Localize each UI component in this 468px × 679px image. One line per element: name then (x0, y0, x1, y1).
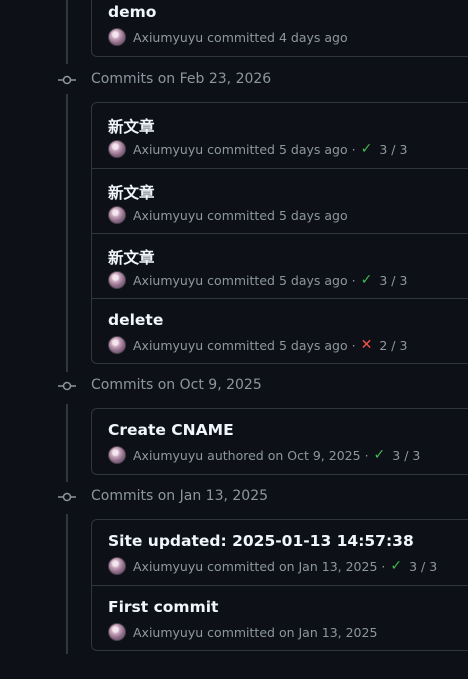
commit-author[interactable]: Axiumyuyu (133, 208, 203, 223)
commit-author[interactable]: Axiumyuyu (133, 30, 203, 45)
commit-author[interactable]: Axiumyuyu (133, 338, 203, 353)
timeline-line (66, 404, 68, 482)
separator: · (364, 447, 369, 463)
commit-verb: committed (207, 141, 275, 157)
commit-meta: Axiumyuyu committed 5 days ago (108, 206, 348, 224)
avatar[interactable] (108, 623, 126, 641)
commit-meta: Axiumyuyu committed 5 days ago · ✕ 2 / 3 (108, 336, 407, 354)
git-commit-icon (58, 381, 76, 391)
checks-count[interactable]: 3 / 3 (409, 559, 437, 574)
commit-title[interactable]: 新文章 (108, 181, 155, 203)
commit-row[interactable]: 新文章 Axiumyuyu committed 5 days ago · ✓ 3… (92, 233, 468, 298)
separator: · (351, 141, 356, 157)
commit-title[interactable]: Site updated: 2025-01-13 14:57:38 (108, 532, 414, 550)
commit-verb: authored (207, 447, 264, 463)
commit-row[interactable]: 新文章 Axiumyuyu committed 5 days ago (92, 168, 468, 233)
separator: · (351, 337, 356, 353)
avatar[interactable] (108, 557, 126, 575)
commit-row[interactable]: delete Axiumyuyu committed 5 days ago · … (92, 298, 468, 363)
commit-list: Site updated: 2025-01-13 14:57:38 Axiumy… (91, 519, 468, 651)
commit-row[interactable]: First commit Axiumyuyu committed on Jan … (92, 585, 468, 650)
separator: · (381, 558, 386, 574)
timeline-line (66, 94, 68, 372)
commit-time: 5 days ago (278, 207, 348, 223)
commit-title[interactable]: delete (108, 311, 163, 329)
commit-meta: Axiumyuyu committed 4 days ago (108, 28, 348, 46)
avatar[interactable] (108, 446, 126, 464)
avatar[interactable] (108, 140, 126, 158)
commit-row[interactable]: Site updated: 2025-01-13 14:57:38 Axiumy… (92, 520, 468, 585)
commit-title[interactable]: 新文章 (108, 246, 155, 268)
x-icon[interactable]: ✕ (361, 337, 373, 353)
commit-meta: Axiumyuyu authored on Oct 9, 2025 · ✓ 3 … (108, 446, 420, 464)
commit-title[interactable]: First commit (108, 598, 218, 616)
check-icon[interactable]: ✓ (361, 141, 373, 157)
commit-list: Create CNAME Axiumyuyu authored on Oct 9… (91, 408, 468, 475)
check-icon[interactable]: ✓ (361, 272, 373, 288)
commit-time: on Oct 9, 2025 (267, 447, 361, 463)
git-commit-icon (58, 75, 76, 85)
timeline-line (66, 0, 68, 64)
commit-verb: committed (207, 624, 275, 640)
checks-count[interactable]: 3 / 3 (392, 448, 420, 463)
commit-list: 新文章 Axiumyuyu committed 5 days ago · ✓ 3… (91, 102, 468, 364)
commit-time: 4 days ago (278, 29, 348, 45)
commit-title[interactable]: Create CNAME (108, 421, 234, 439)
checks-count[interactable]: 3 / 3 (379, 142, 407, 157)
commit-row[interactable]: 新文章 Axiumyuyu committed 5 days ago · ✓ 3… (92, 103, 468, 168)
commit-author[interactable]: Axiumyuyu (133, 273, 203, 288)
commit-time: 5 days ago (278, 141, 348, 157)
commit-time: 5 days ago (278, 337, 348, 353)
commit-time: 5 days ago (278, 272, 348, 288)
commit-meta: Axiumyuyu committed 5 days ago · ✓ 3 / 3 (108, 140, 407, 158)
commit-row[interactable]: Create CNAME Axiumyuyu authored on Oct 9… (92, 409, 468, 474)
check-icon[interactable]: ✓ (374, 447, 386, 463)
git-commit-icon (58, 492, 76, 502)
commit-group-date: Commits on Oct 9, 2025 (91, 377, 262, 393)
commit-author[interactable]: Axiumyuyu (133, 559, 203, 574)
commit-group-date: Commits on Jan 13, 2025 (91, 488, 269, 504)
commit-group-date: Commits on Feb 23, 2026 (91, 71, 272, 87)
avatar[interactable] (108, 28, 126, 46)
commit-time: on Jan 13, 2025 (278, 624, 378, 640)
avatar[interactable] (108, 206, 126, 224)
commit-verb: committed (207, 337, 275, 353)
commit-meta: Axiumyuyu committed 5 days ago · ✓ 3 / 3 (108, 271, 407, 289)
commit-verb: committed (207, 29, 275, 45)
commit-verb: committed (207, 272, 275, 288)
timeline-line (66, 514, 68, 654)
commit-author[interactable]: Axiumyuyu (133, 448, 203, 463)
commit-row[interactable]: demo Axiumyuyu committed 4 days ago (92, 0, 468, 56)
commit-verb: committed (207, 558, 275, 574)
commit-title[interactable]: 新文章 (108, 115, 155, 137)
commit-meta: Axiumyuyu committed on Jan 13, 2025 (108, 623, 377, 641)
commit-author[interactable]: Axiumyuyu (133, 625, 203, 640)
commit-verb: committed (207, 207, 275, 223)
separator: · (351, 272, 356, 288)
avatar[interactable] (108, 271, 126, 289)
checks-count[interactable]: 2 / 3 (379, 338, 407, 353)
commit-list: demo Axiumyuyu committed 4 days ago (91, 0, 468, 57)
commit-author[interactable]: Axiumyuyu (133, 142, 203, 157)
checks-count[interactable]: 3 / 3 (379, 273, 407, 288)
check-icon[interactable]: ✓ (390, 558, 402, 574)
commit-title[interactable]: demo (108, 3, 156, 21)
commit-meta: Axiumyuyu committed on Jan 13, 2025 · ✓ … (108, 557, 437, 575)
avatar[interactable] (108, 336, 126, 354)
commit-time: on Jan 13, 2025 (278, 558, 378, 574)
